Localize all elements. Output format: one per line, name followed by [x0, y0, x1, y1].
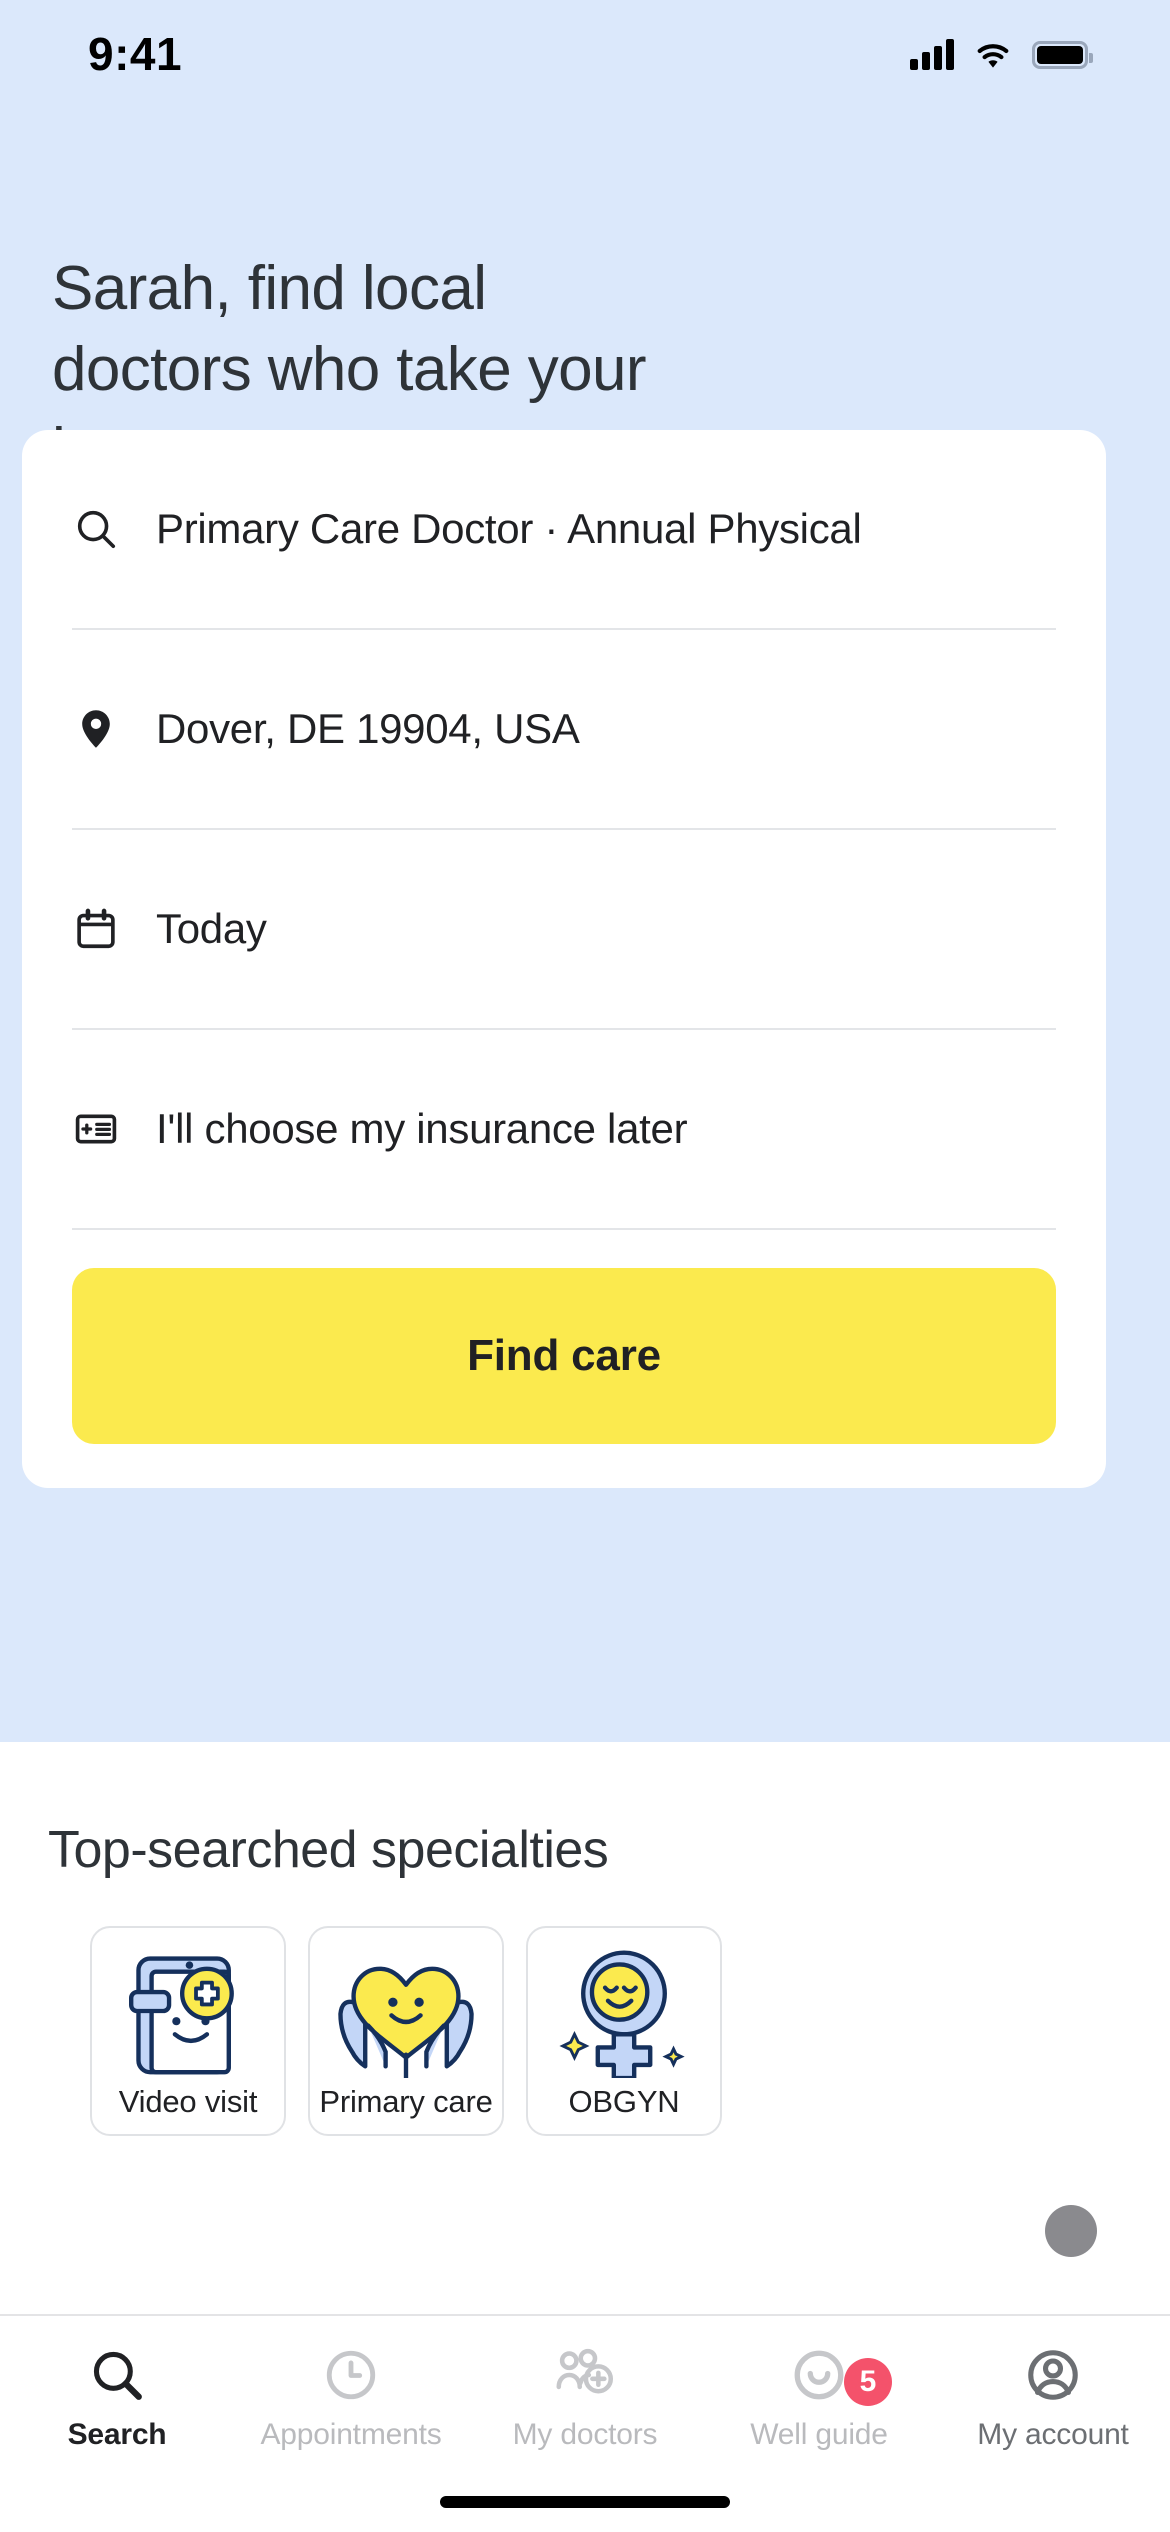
- nav-item-appointments[interactable]: Appointments: [234, 2316, 468, 2532]
- smiley-circle-icon: 5: [788, 2344, 892, 2406]
- bottom-navigation: Search Appointments My doctors 5 Well gu…: [0, 2314, 1170, 2532]
- clock-icon: [320, 2344, 382, 2406]
- people-add-icon: [554, 2344, 616, 2406]
- status-icons: [910, 39, 1093, 71]
- status-time: 9:41: [88, 28, 183, 80]
- specialties-carousel[interactable]: Video visit Primary care OBGYN: [90, 1926, 1170, 2136]
- search-row-specialty[interactable]: Primary Care Doctor · Annual Physical: [72, 430, 1056, 630]
- specialty-label: OBGYN: [568, 2084, 680, 2119]
- search-card: Primary Care Doctor · Annual Physical Do…: [22, 430, 1106, 1488]
- specialty-card-primary-care[interactable]: Primary care: [308, 1926, 504, 2136]
- nav-label: Appointments: [260, 2418, 442, 2451]
- search-location-value: Dover, DE 19904, USA: [156, 705, 580, 752]
- nav-label: Search: [67, 2418, 167, 2451]
- carousel-scroll-indicator[interactable]: [1045, 2205, 1097, 2257]
- location-pin-icon: [72, 705, 120, 753]
- search-date-value: Today: [156, 905, 267, 952]
- nav-item-well-guide[interactable]: 5 Well guide: [702, 2316, 936, 2532]
- wifi-icon: [977, 44, 1009, 68]
- nav-label: Well guide: [750, 2418, 888, 2451]
- search-row-date[interactable]: Today: [72, 830, 1056, 1030]
- primary-care-heart-illustration: [338, 1966, 474, 2078]
- obgyn-venus-illustration: [559, 1950, 685, 2078]
- search-row-insurance[interactable]: I'll choose my insurance later: [72, 1030, 1056, 1230]
- nav-label: My account: [977, 2418, 1129, 2451]
- account-icon: [1022, 2344, 1084, 2406]
- nav-item-search[interactable]: Search: [0, 2316, 234, 2532]
- nav-item-my-account[interactable]: My account: [936, 2316, 1170, 2532]
- app-screen: 9:41 Sarah, find local doctors who take …: [0, 0, 1170, 2532]
- search-insurance-value: I'll choose my insurance later: [156, 1105, 688, 1152]
- status-bar: 9:41: [0, 0, 1170, 100]
- cellular-signal-icon: [910, 39, 954, 70]
- specialty-label: Video visit: [118, 2084, 258, 2119]
- search-row-location[interactable]: Dover, DE 19904, USA: [72, 630, 1056, 830]
- specialty-card-video-visit[interactable]: Video visit: [90, 1926, 286, 2136]
- search-icon: [72, 505, 120, 553]
- search-specialty-value: Primary Care Doctor · Annual Physical: [156, 505, 862, 552]
- specialties-heading: Top-searched specialties: [48, 1821, 609, 1879]
- battery-icon: [1032, 41, 1093, 69]
- calendar-icon: [72, 905, 120, 953]
- top-searched-specialties-section: Top-searched specialties Video visit Pri…: [0, 1742, 1170, 2136]
- nav-label: My doctors: [512, 2418, 658, 2451]
- insurance-card-icon: [72, 1105, 120, 1153]
- specialty-label: Primary care: [319, 2084, 493, 2119]
- home-indicator: [440, 2496, 730, 2508]
- search-icon: [86, 2344, 148, 2406]
- specialty-card-obgyn[interactable]: OBGYN: [526, 1926, 722, 2136]
- find-care-button[interactable]: Find care: [72, 1268, 1056, 1444]
- video-visit-illustration: [129, 1956, 234, 2075]
- status-badge: 5: [844, 2358, 892, 2406]
